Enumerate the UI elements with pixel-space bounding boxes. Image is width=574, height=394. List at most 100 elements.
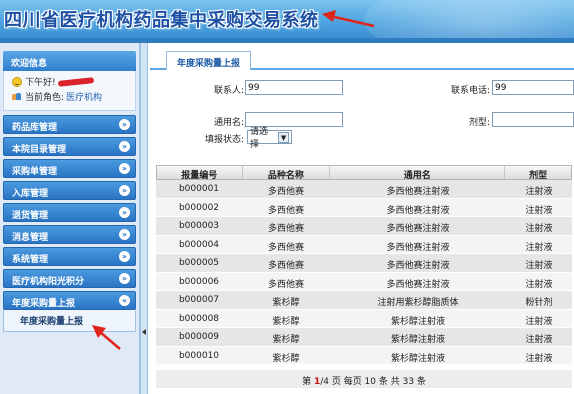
table-row[interactable]: b000001 多西他赛 多西他赛注射液 注射液 (156, 180, 572, 199)
table-cell: 紫杉醇注射液 (390, 335, 445, 345)
table-cell: 注射液 (525, 242, 553, 253)
table-row[interactable]: b000010 紫杉醇 紫杉醇注射液 注射液 (156, 346, 572, 365)
table-row[interactable]: b000008 紫杉醇 紫杉醇注射液 注射液 (156, 309, 572, 328)
table-cell: 注射用紫杉醇脂质体 (377, 298, 459, 308)
table-row[interactable]: b000004 多西他赛 多西他赛注射液 注射液 (156, 235, 572, 254)
menu-label: 退货管理 (12, 211, 49, 221)
table-cell: 注射液 (525, 205, 553, 216)
table-cell: 紫杉醇注射液 (390, 316, 445, 327)
table-header: 报量编号 品种名称 通用名 剂型 (156, 165, 572, 181)
table-cell: 多西他赛 (267, 224, 304, 234)
menu-label: 采购单管理 (12, 167, 58, 177)
collapse-left-icon (142, 329, 146, 335)
table-cell: 注射液 (525, 224, 553, 234)
table-row[interactable]: b000009 紫杉醇 紫杉醇注射液 注射液 (156, 328, 572, 347)
generic-name-label: 通用名: (213, 118, 244, 128)
app-window: 四川省医疗机构药品集中采购交易系统 欢迎信息 下午好! 当前角色: 医疗机构 药… (0, 0, 574, 394)
system-title: 四川省医疗机构药品集中采购交易系统 (4, 10, 319, 31)
menu-label: 本院目录管理 (12, 145, 67, 155)
status-select[interactable]: 请选择 ▼ (247, 127, 292, 150)
sidebar: 欢迎信息 下午好! 当前角色: 医疗机构 药品库管理 » 本院目录管理 » 采购单管… (0, 43, 140, 394)
table-cell: 注射液 (525, 187, 553, 197)
table-cell: 多西他赛 (267, 187, 304, 197)
submenu-annual-report[interactable]: 年度采购量上报 (3, 310, 136, 332)
chevron-down-icon: » (119, 273, 130, 284)
tab-annual-report[interactable]: 年度采购量上报 (166, 51, 252, 70)
table-cell: 紫杉醇 (272, 298, 300, 308)
table-row[interactable]: b000003 多西他赛 多西他赛注射液 注射液 (156, 217, 572, 236)
table-cell: b000005 (178, 258, 220, 268)
column-header: 剂型 (529, 171, 548, 181)
role-value: 医疗机构 (66, 93, 103, 103)
menu-item-system[interactable]: 系统管理 » (3, 247, 136, 266)
chevron-down-icon: » (119, 207, 130, 218)
sidebar-collapse-bar[interactable] (140, 43, 148, 394)
table-cell: b000007 (178, 295, 220, 305)
column-header: 报量编号 (157, 166, 243, 181)
chevron-down-icon: » (119, 119, 130, 130)
table-cell: 紫杉醇注射液 (390, 353, 445, 364)
contact-input[interactable] (245, 80, 343, 95)
table-row[interactable]: b000005 多西他赛 多西他赛注射液 注射液 (156, 254, 572, 273)
table-cell: 多西他赛注射液 (386, 242, 450, 253)
menu-label: 入库管理 (12, 189, 49, 199)
table-cell: 注射液 (525, 353, 553, 364)
menu-item-annual-report[interactable]: 年度采购量上报 « (3, 291, 136, 310)
phone-label: 联系电话: (450, 86, 490, 96)
table-row[interactable]: b000006 多西他赛 多西他赛注射液 注射液 (156, 272, 572, 291)
welcome-title: 欢迎信息 (3, 51, 136, 71)
table-cell: 多西他赛注射液 (386, 224, 450, 234)
table-cell: 紫杉醇 (272, 316, 300, 327)
menu-item-purchase-orders[interactable]: 采购单管理 » (3, 159, 136, 178)
table-cell: 紫杉醇 (272, 353, 300, 364)
status-label: 填报状态: (204, 135, 244, 145)
table-row[interactable]: b000007 紫杉醇 注射用紫杉醇脂质体 粉针剂 (156, 291, 572, 310)
report-table: 报量编号 品种名称 通用名 剂型 b000001 多西他赛 多西他赛注射液 注射液 b0… (156, 165, 572, 365)
nav-menu: 药品库管理» 本院目录管理» 采购单管理» 入库管理» 退货管理» 消息管理» … (3, 115, 136, 332)
table-cell: 粉针剂 (525, 298, 553, 308)
pager-prefix: 第 (302, 377, 312, 387)
chevron-down-icon: » (119, 163, 130, 174)
table-cell: b000004 (178, 239, 220, 250)
table-cell: b000002 (178, 202, 220, 213)
tab-bar: 年度采购量上报 (150, 49, 574, 70)
pager-info: /4 页 每页 10 条 共 33 条 (320, 377, 426, 387)
welcome-panel: 下午好! 当前角色: 医疗机构 (3, 71, 136, 111)
dosage-input[interactable] (492, 112, 574, 127)
menu-item-messages[interactable]: 消息管理 » (3, 225, 136, 244)
greeting-text: 下午好! (25, 78, 56, 88)
search-form: 联系人: 联系电话: 通用名: 剂型: 填报状态: 请选择 ▼ (150, 73, 574, 163)
main-content: 年度采购量上报 联系人: 联系电话: 通用名: 剂型: 填报状态: 请选择 ▼ … (150, 43, 574, 394)
menu-item-returns[interactable]: 退货管理 » (3, 203, 136, 222)
top-banner: 四川省医疗机构药品集中采购交易系统 (0, 0, 574, 39)
column-header: 品种名称 (243, 166, 331, 181)
table-body: b000001 多西他赛 多西他赛注射液 注射液 b000002 多西他赛 多西他赛注射液注… (156, 180, 572, 365)
chevron-down-icon: » (119, 251, 130, 262)
menu-label: 年度采购量上报 (12, 299, 76, 309)
table-cell: 多西他赛 (267, 242, 304, 253)
table-row[interactable]: b000002 多西他赛 多西他赛注射液 注射液 (156, 198, 572, 217)
table-cell: b000010 (178, 350, 220, 361)
menu-item-inbound[interactable]: 入库管理 » (3, 181, 136, 200)
table-cell: 注射液 (525, 335, 553, 345)
menu-item-hospital-catalog[interactable]: 本院目录管理 » (3, 137, 136, 156)
chevron-down-icon: » (119, 185, 130, 196)
table-cell: 注射液 (525, 261, 553, 271)
table-cell: 多西他赛 (267, 205, 304, 216)
table-cell: b000006 (178, 276, 220, 287)
menu-label: 系统管理 (12, 255, 49, 265)
table-cell: b000001 (178, 184, 220, 194)
role-label: 当前角色: (25, 93, 65, 103)
table-cell: 多西他赛 (267, 279, 304, 290)
chevron-down-icon: ▼ (278, 131, 289, 143)
dosage-label: 剂型: (468, 118, 490, 128)
phone-input[interactable] (492, 80, 574, 95)
menu-label: 医疗机构阳光积分 (12, 277, 85, 287)
menu-item-drug-library[interactable]: 药品库管理 » (3, 115, 136, 134)
role-line: 当前角色: 医疗机构 (12, 89, 135, 104)
menu-item-sunshine-points[interactable]: 医疗机构阳光积分 » (3, 269, 136, 288)
table-cell: 多西他赛注射液 (386, 261, 450, 271)
status-select-value: 请选择 (250, 127, 269, 150)
table-cell: b000008 (178, 313, 220, 324)
table-cell: 多西他赛 (267, 261, 304, 271)
